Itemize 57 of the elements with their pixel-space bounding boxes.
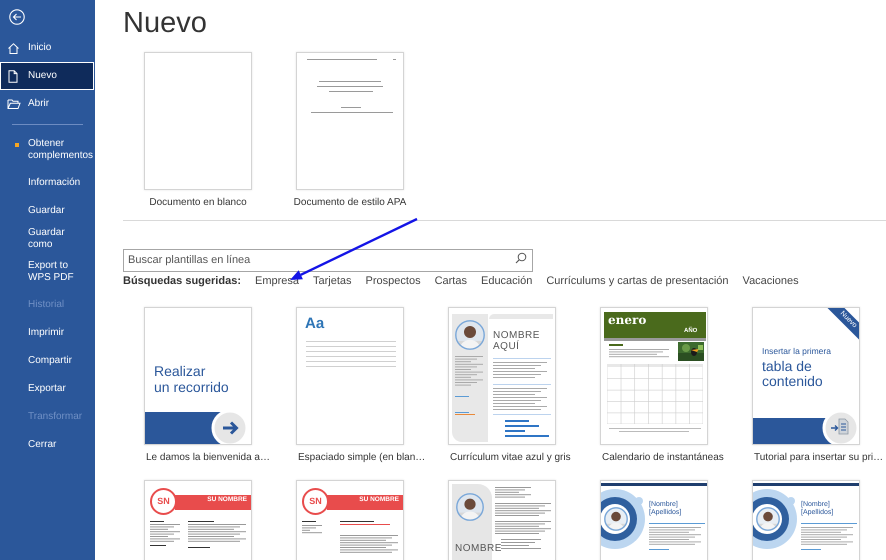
suggestions-label: Búsquedas sugeridas: (123, 275, 241, 287)
template-thumbnail[interactable]: Aa (296, 307, 404, 445)
suggestion-link[interactable]: Prospectos (366, 275, 421, 287)
suggestion-link[interactable]: Vacaciones (742, 275, 799, 287)
sidebar-item[interactable]: Imprimir (0, 319, 95, 347)
template-name[interactable]: Calendario de instantáneas (600, 445, 724, 469)
template-heading: contenido (762, 374, 823, 389)
sidebar-item[interactable]: Cerrar (0, 431, 95, 459)
search-icon[interactable] (515, 252, 527, 264)
sidebar-item: Historial (27, 298, 66, 312)
month-label: enero (608, 313, 646, 327)
template-name[interactable]: Currículum vitae azul y gris (448, 445, 571, 469)
sidebar-item[interactable]: Nuevo (0, 62, 94, 90)
folder-icon (7, 98, 21, 110)
sidebar-item[interactable]: Inicio (0, 34, 95, 62)
sidebar-item[interactable]: Export to WPS PDF (0, 253, 95, 291)
template-heading: Insertar la primera (762, 346, 831, 356)
template-name[interactable]: Tutorial para insertar su pri… (752, 445, 884, 469)
template-thumbnail[interactable]: NOMBRE (448, 480, 556, 560)
name-heading: AQUÍ (493, 341, 520, 352)
page-title: Nuevo (123, 7, 207, 39)
document-icon (7, 70, 19, 82)
home-icon (7, 42, 20, 54)
template-thumbnail[interactable] (296, 52, 404, 190)
template-thumbnail[interactable]: Realizar un recorrido (144, 307, 252, 445)
suggestion-link[interactable]: Tarjetas (313, 275, 352, 287)
text-lines-drawing (801, 523, 857, 553)
initials-badge: SN (150, 488, 177, 515)
template-heading: tabla de (762, 359, 812, 374)
suggestion-link[interactable]: Cartas (434, 275, 467, 287)
suggestion-link[interactable]: Educación (480, 275, 532, 287)
template-heading: Realizar (154, 363, 206, 379)
template-heading: un recorrido (154, 379, 229, 395)
text-lines-drawing (649, 523, 705, 553)
sidebar-item[interactable]: Obtener complementos (0, 131, 95, 169)
sidebar-item[interactable]: Abrir (0, 90, 95, 118)
suggestion-link[interactable]: Currículums y cartas de presentación (546, 275, 729, 287)
back-icon[interactable] (9, 9, 25, 25)
template-name[interactable]: Le damos la bienvenida a… (144, 445, 270, 469)
sidebar-item[interactable]: Guardar como (0, 225, 95, 253)
text-lines-drawing (609, 344, 671, 360)
template-name[interactable]: Espaciado simple (en blan… (296, 445, 426, 469)
sample-text: Aa (305, 315, 324, 333)
sidebar-item[interactable]: Compartir (0, 347, 95, 375)
template-name[interactable]: Documento en blanco (149, 190, 247, 214)
initials-badge: SN (302, 488, 329, 515)
sidebar-item: Transformar (27, 410, 84, 424)
name-heading: NOMBRE (455, 543, 502, 554)
search-field[interactable]: Buscar plantillas en línea (123, 248, 533, 272)
template-thumbnail[interactable]: NOMBRE AQUÍ (448, 307, 556, 445)
suggestion-link[interactable]: Empresa (254, 275, 300, 287)
template-name[interactable]: Documento de estilo APA (294, 190, 406, 214)
sidebar-item[interactable]: Exportar (0, 375, 95, 403)
sidebar-item[interactable]: Guardar (0, 197, 95, 225)
sidebar-item[interactable]: Información (0, 169, 95, 197)
name-heading: NOMBRE (493, 330, 540, 341)
template-thumbnail[interactable] (144, 52, 252, 190)
